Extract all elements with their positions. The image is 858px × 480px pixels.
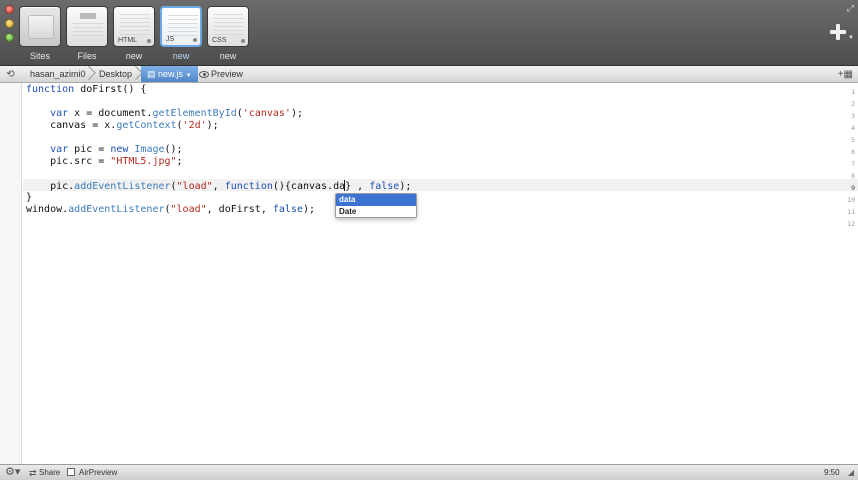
close-tab-dot[interactable]	[147, 39, 151, 43]
code-line-11[interactable]: window.addEventListener("load", doFirst,…	[26, 204, 846, 216]
code-line-9[interactable]: pic.addEventListener("load", function(){…	[26, 180, 846, 192]
breadcrumb-current-file[interactable]: ▤ new.js ▼	[141, 66, 198, 82]
layout-options-icon[interactable]: +▦	[838, 69, 853, 80]
sites-thumbnail	[19, 6, 61, 47]
fullscreen-icon[interactable]: ⤢	[847, 3, 854, 14]
status-bar: ⚙▾ ⇄ Share AirPreview 9:50 ◢	[0, 464, 858, 480]
autocomplete-item-data[interactable]: data	[336, 194, 416, 206]
breadcrumb-desktop[interactable]: Desktop	[95, 66, 132, 82]
css-thumbnail: CSS	[207, 6, 249, 47]
minimize-window-button[interactable]	[5, 19, 14, 28]
tab-files[interactable]: Files	[66, 6, 108, 61]
code-line-2[interactable]	[26, 96, 846, 108]
airpreview-checkbox[interactable]	[67, 468, 75, 476]
navigation-icon[interactable]: ⟲	[5, 69, 16, 80]
tab-label: new	[219, 51, 237, 61]
thumbnail-type: CSS	[212, 37, 227, 44]
tab-html-file[interactable]: HTML new	[113, 6, 155, 61]
code-line-8[interactable]	[26, 168, 846, 180]
tab-label: new	[172, 51, 190, 61]
tab-js-file[interactable]: JS new	[160, 6, 202, 61]
code-line-5[interactable]	[26, 132, 846, 144]
close-tab-dot[interactable]	[193, 38, 197, 42]
tab-label: Sites	[29, 51, 50, 61]
tab-strip: Sites Files HTML new JS new CSS new ⤢ ▼	[0, 0, 858, 66]
code-line-6[interactable]: var pic = new Image();	[26, 144, 846, 156]
current-file-name: new.js	[158, 69, 184, 79]
resize-grip-icon[interactable]: ◢	[848, 467, 854, 479]
chevron-down-icon: ▼	[185, 73, 192, 79]
close-window-button[interactable]	[5, 5, 14, 14]
share-icon[interactable]: ⇄	[29, 467, 37, 479]
preview-button[interactable]: Preview	[207, 66, 243, 82]
chevron-down-icon[interactable]: ▼	[848, 35, 854, 41]
autocomplete-popup: data Date	[335, 193, 417, 218]
cursor-position: 9:50	[824, 468, 840, 477]
tab-label: Files	[77, 51, 97, 61]
tab-sites[interactable]: Sites	[19, 6, 61, 61]
tab-label: new	[125, 51, 143, 61]
share-button[interactable]: Share	[39, 467, 60, 479]
code-line-10[interactable]: }	[26, 192, 846, 204]
files-thumbnail	[66, 6, 108, 47]
file-icon: ▤	[147, 69, 156, 79]
breadcrumb-separator	[88, 66, 94, 82]
autocomplete-item-date[interactable]: Date	[336, 206, 416, 217]
code-line-1[interactable]: function doFirst() {	[26, 84, 846, 96]
html-thumbnail: HTML	[113, 6, 155, 47]
breadcrumb-user[interactable]: hasan_azimi0	[26, 66, 86, 82]
tab-css-file[interactable]: CSS new	[207, 6, 249, 61]
code-line-7[interactable]: pic.src = "HTML5.jpg";	[26, 156, 846, 168]
new-tab-plus-icon[interactable]	[830, 24, 846, 40]
text-cursor	[344, 180, 346, 191]
code-line-3[interactable]: var x = document.getElementById('canvas'…	[26, 108, 846, 120]
line-number-gutter	[0, 83, 22, 464]
code-line-12[interactable]	[26, 216, 846, 228]
gear-icon[interactable]: ⚙▾	[5, 466, 20, 479]
code-line-4[interactable]: canvas = x.getContext('2d');	[26, 120, 846, 132]
thumbnail-type: JS	[166, 36, 175, 43]
airpreview-label[interactable]: AirPreview	[79, 467, 117, 479]
close-tab-dot[interactable]	[241, 39, 245, 43]
js-thumbnail: JS	[160, 6, 202, 47]
path-bar: ⟲ hasan_azimi0 Desktop ▤ new.js ▼ Previe…	[0, 66, 858, 83]
thumbnail-type: HTML	[118, 37, 138, 44]
zoom-window-button[interactable]	[5, 33, 14, 42]
